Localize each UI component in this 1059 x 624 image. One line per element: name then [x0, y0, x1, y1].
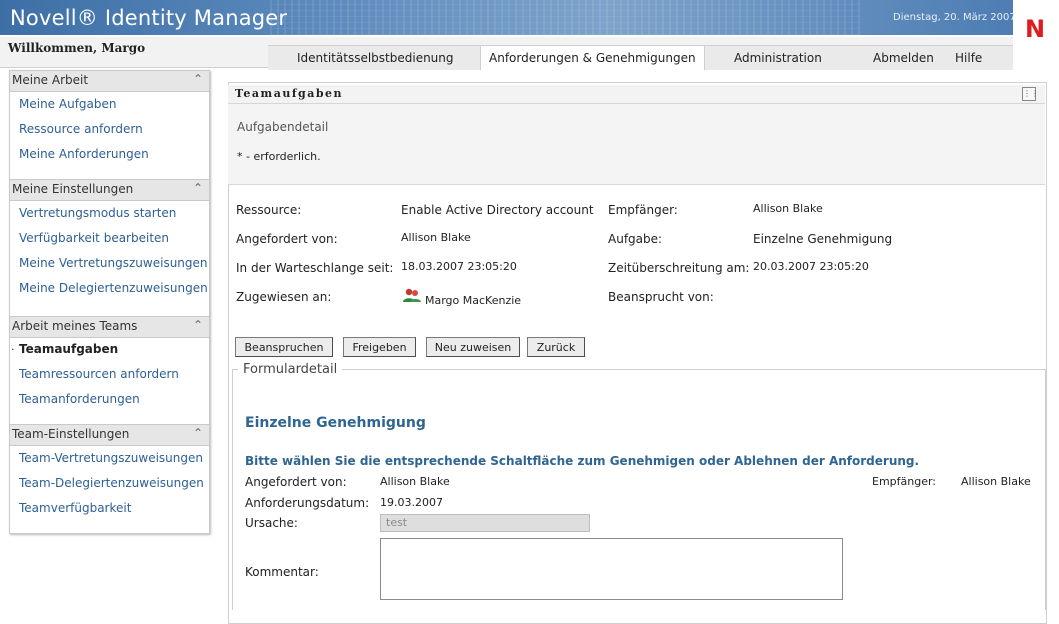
- sidebar-item-team-delegate-assignments[interactable]: Team-Delegiertenzuweisungen: [19, 476, 204, 490]
- form-recipient-value: Allison Blake: [961, 475, 1031, 488]
- sidebar-item-team-requests[interactable]: Teamanforderungen: [19, 392, 140, 406]
- requested-by-label: Angefordert von:: [236, 232, 338, 246]
- tab-identity-self-service[interactable]: Identitätsselbstbedienung: [289, 49, 462, 67]
- novell-logo: N: [1025, 15, 1046, 43]
- request-date-label: Anforderungsdatum:: [245, 496, 370, 510]
- tab-requests-approvals[interactable]: Anforderungen & Genehmigungen: [480, 46, 705, 70]
- sidebar-item-request-team-resources[interactable]: Teamressourcen anfordern: [19, 367, 179, 381]
- sidebar-item-edit-availability[interactable]: Verfügbarkeit bearbeiten: [19, 231, 169, 245]
- sidebar-section-title: Arbeit meines Teams: [12, 319, 138, 333]
- task-detail-section: [228, 104, 1045, 185]
- comment-label: Kommentar:: [245, 565, 319, 579]
- tab-help[interactable]: Hilfe: [947, 49, 990, 67]
- user-group-icon: [403, 288, 421, 302]
- sidebar: Meine Arbeit ⌃ Meine Aufgaben Ressource …: [9, 70, 210, 534]
- sidebar-item-start-proxy-mode[interactable]: Vertretungsmodus starten: [19, 206, 176, 220]
- in-queue-since-label: In der Warteschlange seit:: [236, 261, 394, 275]
- assigned-to-value: Margo MacKenzie: [425, 294, 522, 307]
- claim-button[interactable]: Beanspruchen: [235, 337, 333, 357]
- form-detail-legend: Formulardetail: [238, 362, 343, 377]
- comment-textarea[interactable]: [380, 538, 843, 600]
- timeout-value: 20.03.2007 23:05:20: [753, 260, 869, 273]
- claimed-by-label: Beansprucht von:: [608, 290, 714, 304]
- reassign-button[interactable]: Neu zuweisen: [426, 337, 520, 357]
- resource-label: Ressource:: [236, 203, 302, 217]
- current-item-bullet-icon: ·: [11, 343, 15, 356]
- timeout-label: Zeitüberschreitung am:: [608, 261, 750, 275]
- task-detail-heading: Aufgabendetail: [237, 120, 329, 134]
- required-note: * - erforderlich.: [237, 150, 321, 163]
- recipient-label: Empfänger:: [608, 203, 678, 217]
- sidebar-item-team-availability[interactable]: Teamverfügbarkeit: [19, 501, 131, 515]
- sidebar-item-my-delegate-assignments[interactable]: Meine Delegiertenzuweisungen: [19, 281, 208, 295]
- sidebar-section-title: Team-Einstellungen: [12, 427, 130, 441]
- in-queue-since-value: 18.03.2007 23:05:20: [401, 260, 517, 273]
- sidebar-section-title: Meine Einstellungen: [12, 182, 134, 196]
- sidebar-item-team-proxy-assignments[interactable]: Team-Vertretungszuweisungen: [19, 451, 203, 465]
- reason-field: test: [380, 514, 590, 532]
- collapse-chevron-icon[interactable]: ⌃: [193, 426, 203, 440]
- sidebar-item-my-proxy-assignments[interactable]: Meine Vertretungszuweisungen: [19, 256, 208, 270]
- collapse-chevron-icon[interactable]: ⌃: [193, 181, 203, 195]
- task-label: Aufgabe:: [608, 232, 663, 246]
- form-requested-by-value: Allison Blake: [380, 475, 450, 488]
- current-date: Dienstag, 20. März 2007: [893, 12, 1016, 23]
- panel-menu-icon[interactable]: ⋮⋮: [1022, 87, 1039, 101]
- sidebar-item-team-tasks[interactable]: Teamaufgaben: [19, 342, 118, 356]
- approval-heading: Einzelne Genehmigung: [245, 415, 426, 431]
- assigned-to-label: Zugewiesen an:: [236, 290, 332, 304]
- tab-logout[interactable]: Abmelden: [865, 49, 942, 67]
- sidebar-item-my-requests[interactable]: Meine Anforderungen: [19, 147, 149, 161]
- resource-value: Enable Active Directory account: [401, 203, 594, 217]
- reason-label: Ursache:: [245, 516, 298, 530]
- form-recipient-label: Empfänger:: [872, 475, 937, 488]
- form-requested-by-label: Angefordert von:: [245, 475, 347, 489]
- approval-instruction: Bitte wählen Sie die entsprechende Schal…: [245, 454, 920, 468]
- welcome-text: Willkommen, Margo: [8, 41, 146, 55]
- back-button[interactable]: Zurück: [527, 337, 585, 357]
- sidebar-section-my-settings[interactable]: Meine Einstellungen ⌃: [10, 179, 209, 201]
- panel-title: Teamaufgaben: [235, 87, 344, 100]
- sidebar-section-title: Meine Arbeit: [12, 73, 89, 87]
- request-date-value: 19.03.2007: [380, 496, 443, 509]
- sidebar-item-my-tasks[interactable]: Meine Aufgaben: [19, 97, 117, 111]
- release-button[interactable]: Freigeben: [343, 337, 416, 357]
- header-pattern: [270, 0, 860, 35]
- requested-by-value: Allison Blake: [401, 231, 471, 244]
- panel-title-bar: [228, 85, 1045, 104]
- collapse-chevron-icon[interactable]: ⌃: [193, 72, 203, 86]
- main-navigation: Identitätsselbstbedienung Anforderungen …: [268, 45, 1013, 70]
- sidebar-item-request-resource[interactable]: Ressource anfordern: [19, 122, 143, 136]
- app-title: Novell® Identity Manager: [10, 6, 288, 30]
- task-value: Einzelne Genehmigung: [753, 232, 893, 246]
- recipient-value: Allison Blake: [753, 202, 823, 215]
- tab-administration[interactable]: Administration: [726, 49, 830, 67]
- collapse-chevron-icon[interactable]: ⌃: [193, 318, 203, 332]
- sidebar-section-my-work[interactable]: Meine Arbeit ⌃: [10, 71, 209, 92]
- sidebar-section-team-work[interactable]: Arbeit meines Teams ⌃: [10, 316, 209, 338]
- sidebar-section-team-settings[interactable]: Team-Einstellungen ⌃: [10, 424, 209, 446]
